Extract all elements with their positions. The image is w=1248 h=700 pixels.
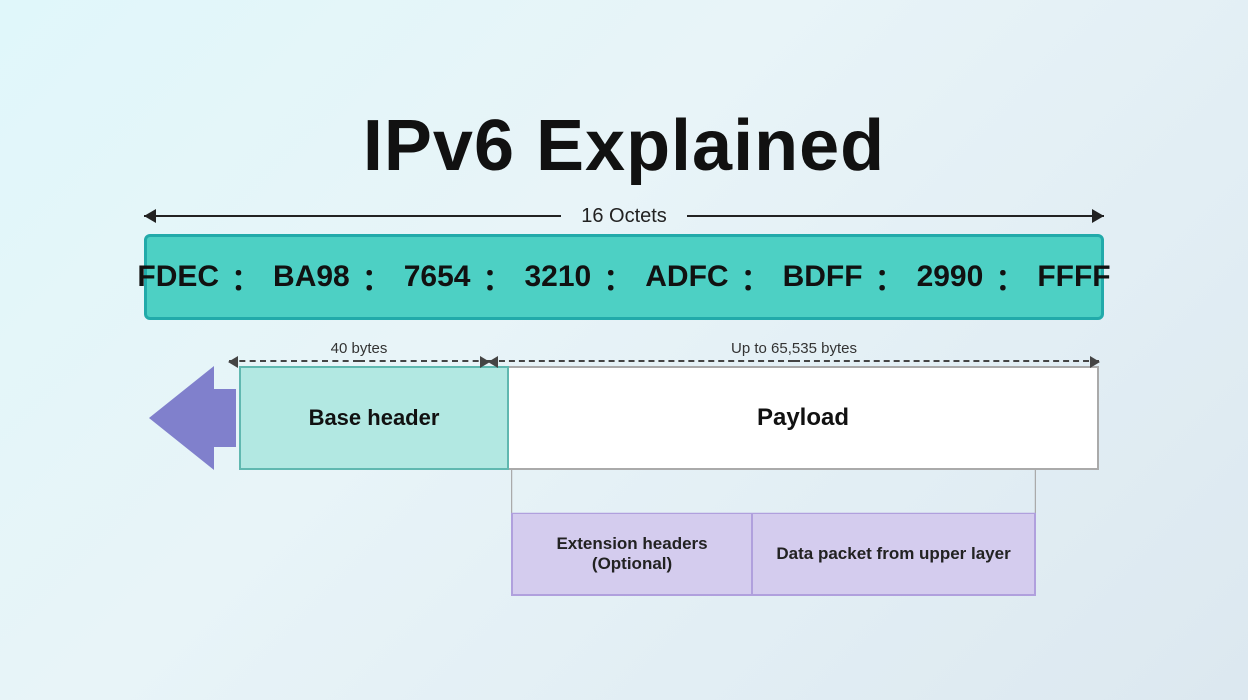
expand-svg	[511, 470, 1036, 514]
main-container: IPv6 Explained 16 Octets FDEC ： BA98 ： 7…	[34, 105, 1214, 596]
big-arrow-head	[149, 366, 214, 470]
forty-bytes-line-right	[359, 360, 489, 362]
ipv6-seg-4: ADFC	[635, 256, 738, 298]
payload-bytes-arrowhead-right	[1090, 356, 1100, 368]
extension-headers-label: Extension headers(Optional)	[556, 534, 707, 574]
payload-box: Payload	[509, 366, 1099, 470]
payload-bytes-line-left	[489, 360, 794, 362]
payload-bytes-section: Up to 65,535 bytes	[489, 340, 1099, 362]
ipv6-seg-1: BA98	[263, 256, 360, 298]
trapezoid-expand	[511, 470, 1036, 514]
dashed-arrows-container: 40 bytes Up to 65,535 bytes	[229, 340, 1099, 362]
forty-bytes-section: 40 bytes	[229, 340, 489, 362]
payload-bytes-line-right	[794, 360, 1099, 362]
payload-detail-box: Extension headers(Optional) Data packet …	[511, 514, 1036, 596]
big-arrow-combined	[149, 366, 236, 470]
payload-bytes-arrow	[489, 360, 1099, 362]
ipv6-address-bar: FDEC ： BA98 ： 7654 ： 3210 ： ADFC ： BDFF …	[144, 234, 1104, 320]
octets-row: 16 Octets	[144, 205, 1104, 228]
ipv6-colon-6: ：	[993, 255, 1027, 299]
octets-arrow: 16 Octets	[144, 205, 1104, 228]
payload-bytes-label: Up to 65,535 bytes	[731, 340, 857, 357]
expand-section: Extension headers(Optional) Data packet …	[149, 470, 1099, 596]
ipv6-seg-3: 3210	[515, 256, 602, 298]
ipv6-colon-5: ：	[873, 255, 907, 299]
data-packet-label: Data packet from upper layer	[776, 544, 1010, 564]
ipv6-colon-2: ：	[481, 255, 515, 299]
ipv6-seg-6: 2990	[907, 256, 994, 298]
ipv6-colon-0: ：	[229, 255, 263, 299]
ipv6-seg-0: FDEC	[127, 256, 229, 298]
payload-bytes-arrowhead-left	[488, 356, 498, 368]
packet-row: Base header Payload	[149, 366, 1099, 470]
octets-arrow-right	[687, 215, 1104, 217]
forty-bytes-arrow	[229, 360, 489, 362]
ipv6-colon-4: ：	[739, 255, 773, 299]
payload-label: Payload	[757, 404, 849, 432]
ipv6-seg-5: BDFF	[773, 256, 873, 298]
base-header-label: Base header	[309, 405, 440, 431]
ipv6-colon-1: ：	[360, 255, 394, 299]
ipv6-seg-7: FFFF	[1027, 256, 1120, 298]
page-title: IPv6 Explained	[363, 105, 885, 187]
big-left-arrow	[149, 366, 239, 470]
forty-bytes-arrowhead-left	[228, 356, 238, 368]
octets-arrow-left	[144, 215, 561, 217]
forty-bytes-line-left	[229, 360, 359, 362]
data-packet-box: Data packet from upper layer	[753, 514, 1034, 594]
forty-bytes-label: 40 bytes	[331, 340, 388, 357]
base-header-box: Base header	[239, 366, 509, 470]
ipv6-colon-3: ：	[601, 255, 635, 299]
octets-label: 16 Octets	[561, 205, 687, 228]
big-arrow-body	[214, 389, 236, 447]
extension-headers-box: Extension headers(Optional)	[513, 514, 753, 594]
ipv6-seg-2: 7654	[394, 256, 481, 298]
